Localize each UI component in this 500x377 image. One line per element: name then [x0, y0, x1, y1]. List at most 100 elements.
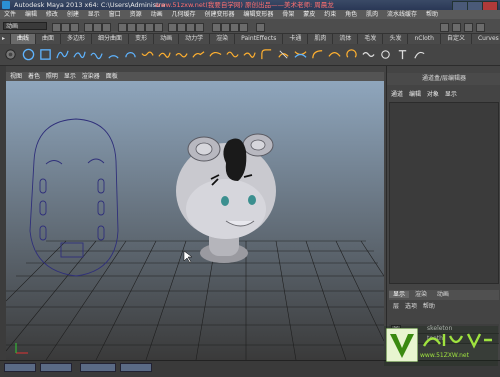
- attach-curves-icon[interactable]: [141, 48, 154, 61]
- pick-mask-icon[interactable]: [118, 23, 127, 32]
- snap-grid-icon[interactable]: [168, 23, 177, 32]
- panel-menu-panels[interactable]: 面板: [106, 73, 118, 80]
- shelf-tab-curves[interactable]: 曲线: [11, 34, 37, 44]
- project-curve-icon[interactable]: [328, 48, 341, 61]
- insert-knot-icon[interactable]: [175, 48, 188, 61]
- input-line-icon[interactable]: [256, 23, 265, 32]
- shelf-tab-hair[interactable]: 头发: [383, 34, 409, 44]
- menu-display[interactable]: 显示: [88, 11, 100, 18]
- nurbs-circle-icon[interactable]: [22, 48, 35, 61]
- menu-pipeline-cache[interactable]: 流水线缓存: [387, 11, 417, 18]
- layer-tab-anim[interactable]: 动画: [433, 291, 453, 298]
- menu-skin[interactable]: 蒙皮: [303, 11, 315, 18]
- fillet-curve-icon[interactable]: [260, 48, 273, 61]
- shelf-tab-dynamics[interactable]: 动力学: [179, 34, 211, 44]
- shelf-tab-surfaces[interactable]: 曲面: [36, 34, 62, 44]
- minimized-window-1[interactable]: [4, 363, 36, 372]
- layer-tab-render[interactable]: 渲染: [411, 291, 431, 298]
- minimized-window-4[interactable]: [120, 363, 152, 372]
- pick-deform-icon[interactable]: [154, 23, 163, 32]
- open-close-curve-icon[interactable]: [345, 48, 358, 61]
- duplicate-curve-icon[interactable]: [413, 48, 426, 61]
- layer-menu-layers[interactable]: 层: [393, 303, 399, 310]
- toggle-channel-box-icon[interactable]: [440, 23, 449, 32]
- intersect-curve-icon[interactable]: [294, 48, 307, 61]
- snap-point-icon[interactable]: [186, 23, 195, 32]
- cb-menu-channels[interactable]: 通道: [391, 91, 403, 98]
- shelf-tab-fluids[interactable]: 流体: [333, 34, 359, 44]
- pick-joint-icon[interactable]: [127, 23, 136, 32]
- menu-character[interactable]: 角色: [345, 11, 357, 18]
- menu-window[interactable]: 窗口: [109, 11, 121, 18]
- ep-curve-tool-icon[interactable]: [73, 48, 86, 61]
- minimized-window-3[interactable]: [80, 363, 116, 372]
- menu-constrain[interactable]: 约束: [324, 11, 336, 18]
- reverse-curve-icon[interactable]: [226, 48, 239, 61]
- ipr-render-icon[interactable]: [230, 23, 239, 32]
- shelf-tab-toon[interactable]: 卡通: [283, 34, 309, 44]
- toggle-layer-editor-icon[interactable]: [476, 23, 485, 32]
- menu-geometry-cache[interactable]: 几何缓存: [172, 11, 196, 18]
- toggle-tool-settings-icon[interactable]: [464, 23, 473, 32]
- cv-curve-tool-icon[interactable]: [56, 48, 69, 61]
- shelf-tab-animation[interactable]: 动画: [154, 34, 180, 44]
- three-point-arc-icon[interactable]: [124, 48, 137, 61]
- shelf-tab-painteffects[interactable]: PaintEffects: [235, 34, 284, 44]
- menu-create[interactable]: 创建: [67, 11, 79, 18]
- shelf-tab-muscle[interactable]: 肌肉: [308, 34, 334, 44]
- shelf-tab-subdivs[interactable]: 细分曲面: [92, 34, 130, 44]
- new-scene-icon[interactable]: [52, 23, 61, 32]
- snap-curve-icon[interactable]: [177, 23, 186, 32]
- arc-tool-icon[interactable]: [107, 48, 120, 61]
- history-icon[interactable]: [212, 23, 221, 32]
- shelf-tab-fur[interactable]: 毛发: [358, 34, 384, 44]
- layer-menu-options[interactable]: 选项: [405, 303, 417, 310]
- shelf-menu-icon[interactable]: ▸: [0, 34, 11, 44]
- menu-modify[interactable]: 修改: [46, 11, 58, 18]
- circular-fillet-icon[interactable]: [379, 48, 392, 61]
- smooth-curve-icon[interactable]: [362, 48, 375, 61]
- offset-curve-icon[interactable]: [209, 48, 222, 61]
- pick-surface-icon[interactable]: [145, 23, 154, 32]
- gear-icon[interactable]: [4, 48, 17, 61]
- snap-plane-icon[interactable]: [195, 23, 204, 32]
- text-curve-icon[interactable]: [396, 48, 409, 61]
- shelf-tab-ncloth[interactable]: nCloth: [408, 34, 441, 44]
- cb-menu-show[interactable]: 显示: [445, 91, 457, 98]
- menu-set-select[interactable]: 动画: [3, 22, 47, 30]
- select-object-icon[interactable]: [93, 23, 102, 32]
- curve-fillet-icon[interactable]: [311, 48, 324, 61]
- open-scene-icon[interactable]: [61, 23, 70, 32]
- layer-tab-display[interactable]: 显示: [389, 291, 410, 298]
- detach-curves-icon[interactable]: [158, 48, 171, 61]
- toggle-attribute-editor-icon[interactable]: [452, 23, 461, 32]
- minimized-window-2[interactable]: [40, 363, 72, 372]
- menu-help[interactable]: 帮助: [426, 11, 438, 18]
- cut-curve-icon[interactable]: [277, 48, 290, 61]
- shelf-tab-custom[interactable]: 自定义: [441, 34, 472, 44]
- render-settings-icon[interactable]: [239, 23, 248, 32]
- menu-skeleton[interactable]: 骨架: [282, 11, 294, 18]
- menu-edit[interactable]: 编辑: [25, 11, 37, 18]
- pick-curve-icon[interactable]: [136, 23, 145, 32]
- shelf-tab-deformation[interactable]: 变形: [129, 34, 155, 44]
- nurbs-square-icon[interactable]: [39, 48, 52, 61]
- panel-menu-view[interactable]: 视图: [10, 73, 22, 80]
- panel-menu-lighting[interactable]: 照明: [46, 73, 58, 80]
- layer-menu-help[interactable]: 帮助: [423, 303, 435, 310]
- menu-muscle[interactable]: 肌肉: [366, 11, 378, 18]
- save-scene-icon[interactable]: [70, 23, 79, 32]
- pencil-curve-tool-icon[interactable]: [90, 48, 103, 61]
- menu-create-deformers[interactable]: 创建变形器: [204, 11, 234, 18]
- channel-list-area[interactable]: [389, 102, 499, 284]
- menu-file[interactable]: 文件: [4, 11, 16, 18]
- panel-menu-show[interactable]: 显示: [64, 73, 76, 80]
- panel-menu-shading[interactable]: 着色: [28, 73, 40, 80]
- menu-edit-deformers[interactable]: 编辑变形器: [243, 11, 273, 18]
- perspective-viewport[interactable]: [6, 81, 384, 360]
- shelf-tab-polygons[interactable]: 多边形: [61, 34, 93, 44]
- menu-assets[interactable]: 资源: [130, 11, 142, 18]
- render-frame-icon[interactable]: [221, 23, 230, 32]
- select-component-icon[interactable]: [102, 23, 111, 32]
- menu-animate[interactable]: 动画: [151, 11, 163, 18]
